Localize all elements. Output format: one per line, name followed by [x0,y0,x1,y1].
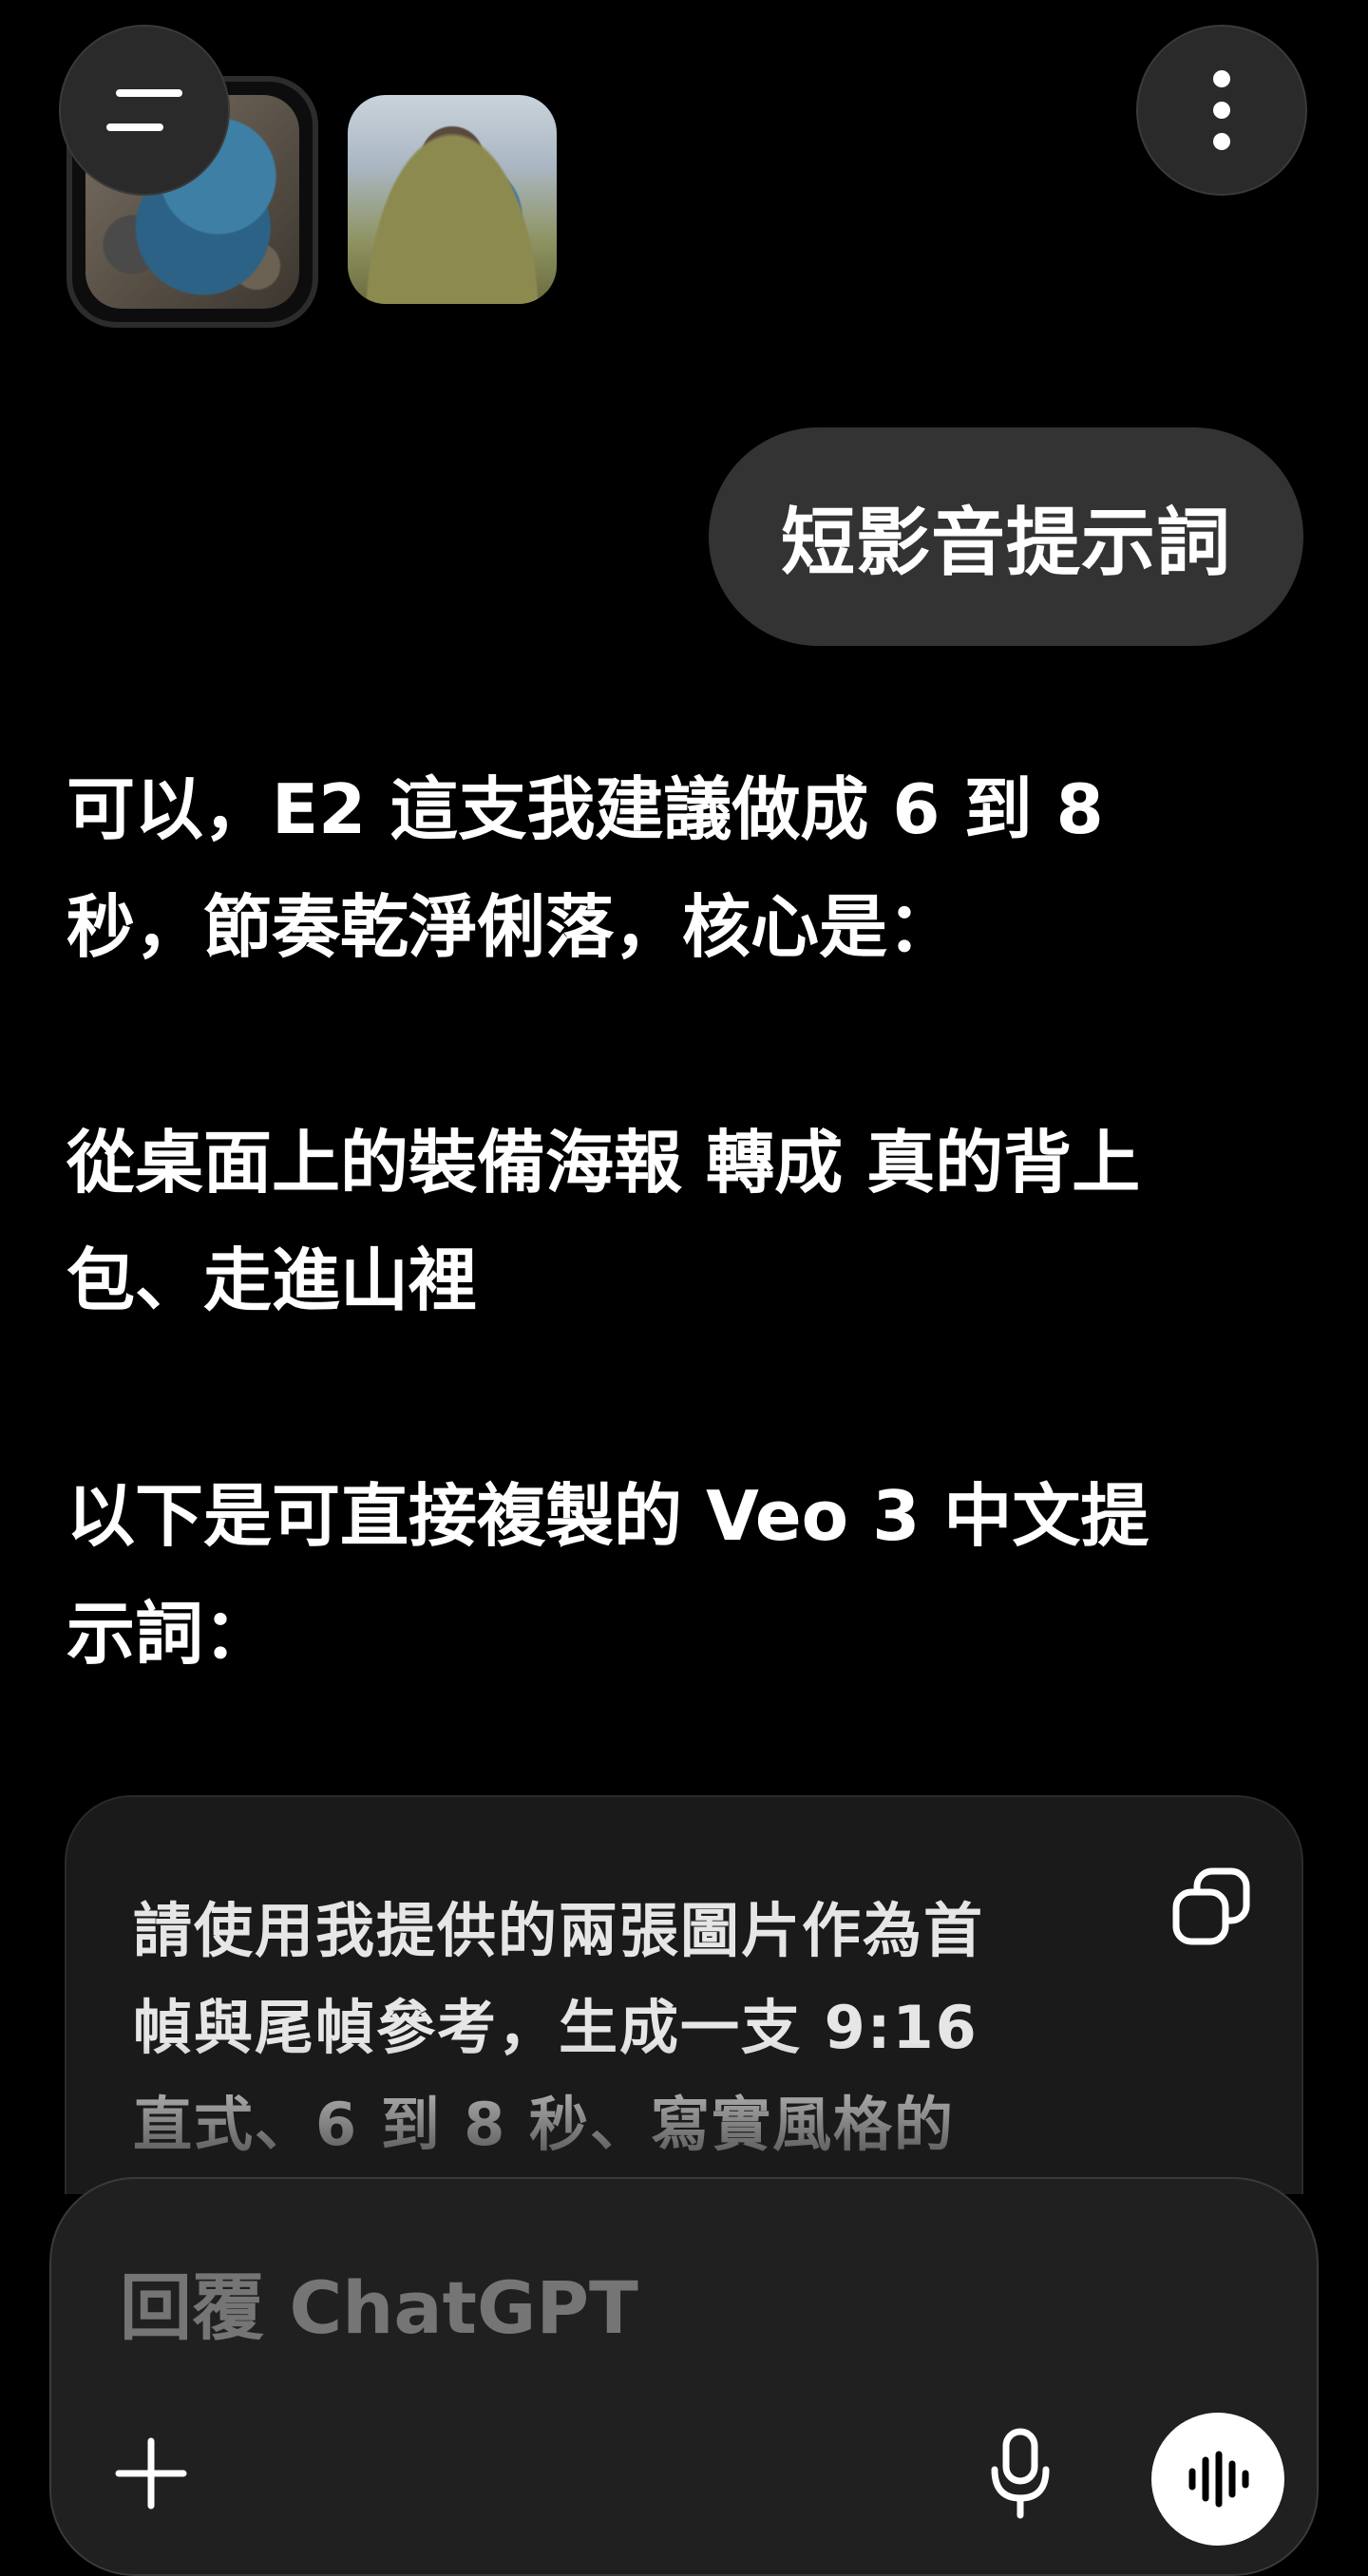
composer [49,2177,1319,2576]
more-options-button[interactable] [1136,25,1307,196]
assistant-paragraph: 以下是可直接複製的 Veo 3 中文提 示詞： [66,1476,1150,1674]
menu-icon [106,89,182,131]
add-attachment-button[interactable] [99,2421,203,2526]
microphone-icon [991,2428,1050,2519]
user-message-bubble: 短影音提示詞 [709,427,1303,646]
copy-button[interactable] [1159,1854,1264,1959]
assistant-message: 可以，E2 這支我建議做成 6 到 8 秒，節奏乾淨俐落，核心是： 從桌面上的裝… [66,750,1302,1810]
copy-icon [1172,1867,1250,1945]
plus-icon [115,2437,187,2510]
dictation-button[interactable] [968,2421,1073,2526]
prompt-code-block: 請使用我提供的兩張圖片作為首 幀與尾幀參考，生成一支 9:16 直式、6 到 8… [65,1795,1303,2194]
menu-button[interactable] [59,25,230,196]
scroll-fade [66,2042,1302,2194]
attachment-thumbnail-hiker[interactable] [348,95,557,304]
message-input[interactable] [118,2264,1167,2351]
voice-waveform-icon [1188,2451,1249,2508]
voice-mode-button[interactable] [1151,2413,1284,2546]
assistant-paragraph: 可以，E2 這支我建議做成 6 到 8 秒，節奏乾淨俐落，核心是： [66,769,1104,967]
assistant-paragraph: 從桌面上的裝備海報 轉成 真的背上 包、走進山裡 [66,1123,1141,1320]
more-vertical-icon [1213,70,1230,150]
